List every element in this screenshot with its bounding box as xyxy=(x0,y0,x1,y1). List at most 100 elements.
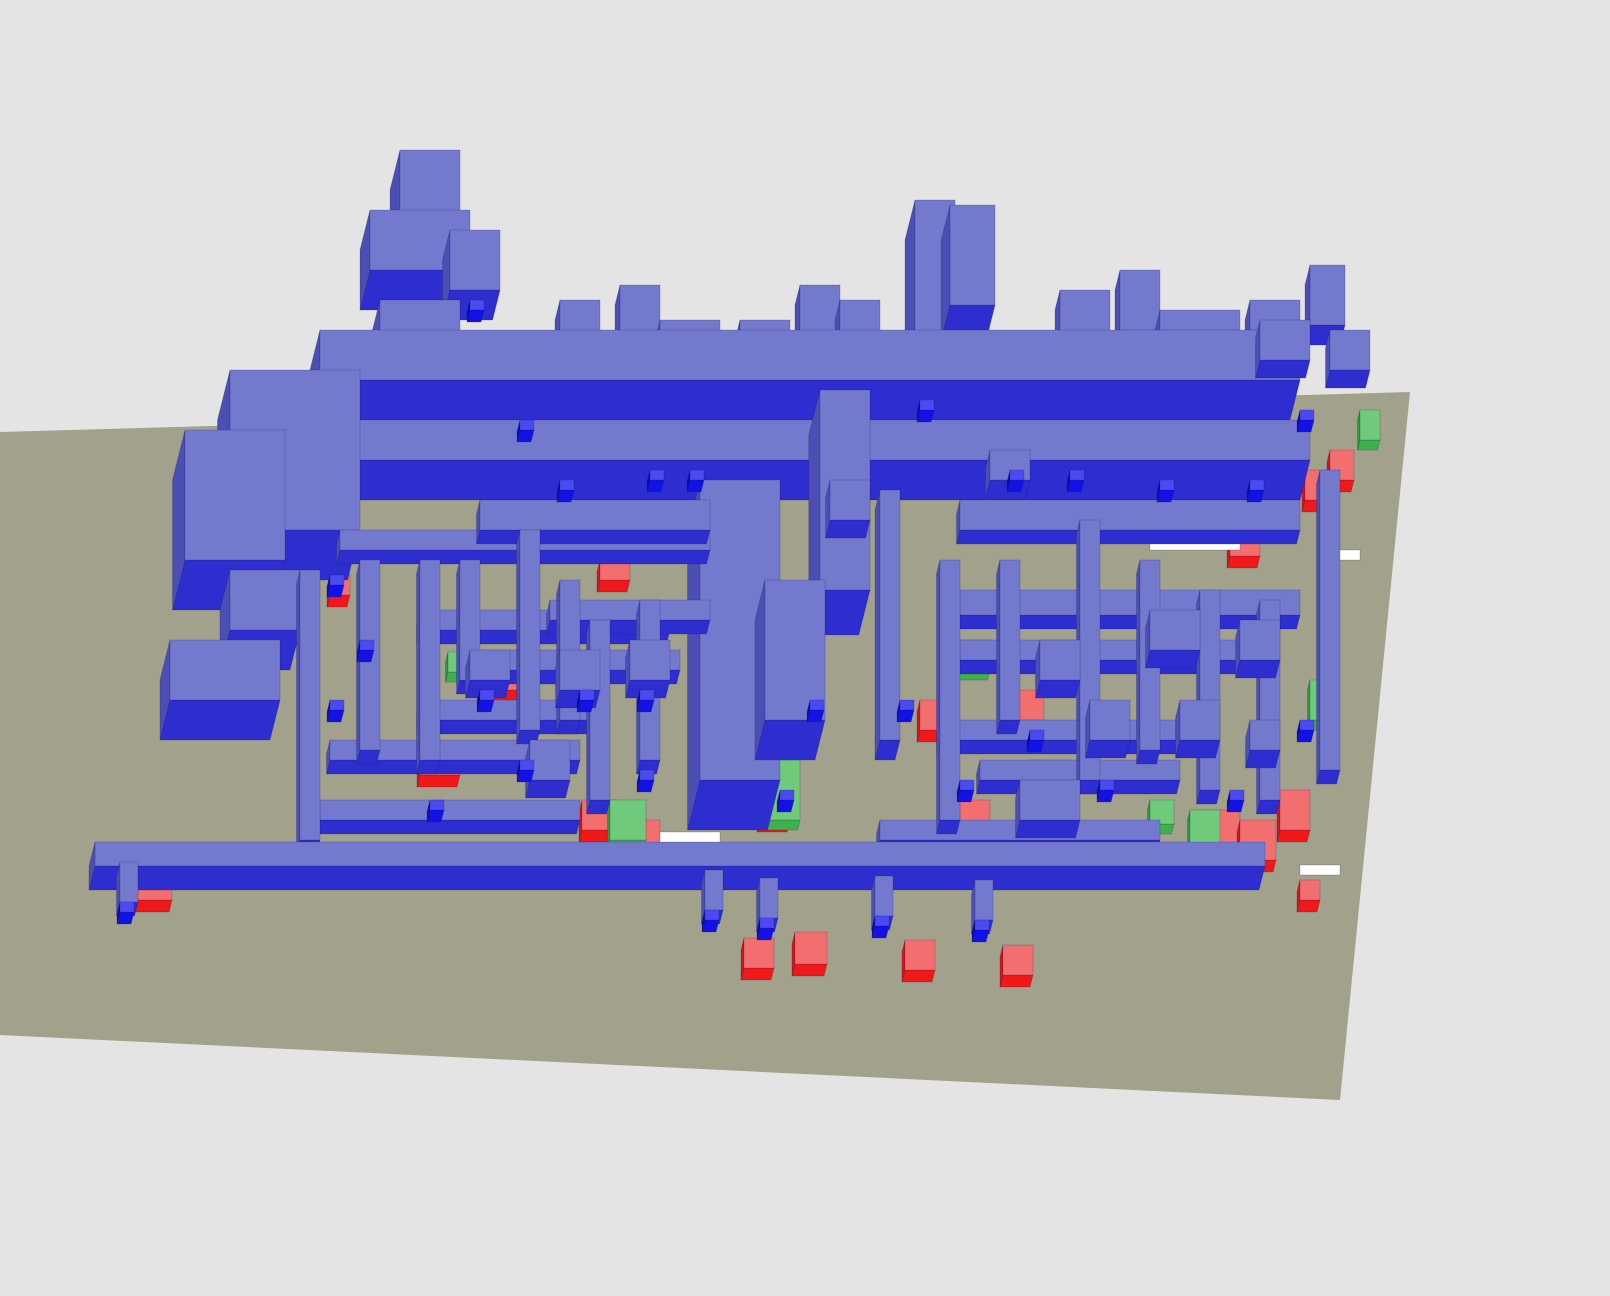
pad-4 xyxy=(1299,864,1341,876)
bit-2 xyxy=(624,639,671,699)
red-contact-15-front xyxy=(1276,829,1311,843)
riser-right-top xyxy=(764,579,826,721)
post-13-front xyxy=(355,749,381,765)
via-3 xyxy=(646,469,665,493)
front-via-3-top xyxy=(874,915,890,927)
via-13 xyxy=(326,699,345,723)
post-10 xyxy=(585,619,611,815)
via-8 xyxy=(1156,479,1175,503)
front-stub-2-top xyxy=(759,877,779,919)
via-15-top xyxy=(579,689,595,701)
via-27 xyxy=(426,799,445,823)
riser-thin-side xyxy=(874,489,881,761)
front-stub-0-top xyxy=(119,861,139,903)
via-11 xyxy=(326,574,345,598)
left-block-bottom xyxy=(159,639,281,741)
via-12-top xyxy=(359,639,375,651)
post-4-top xyxy=(999,559,1021,721)
via-9 xyxy=(1246,479,1265,503)
via-14-top xyxy=(479,689,495,701)
riser-thin-top xyxy=(879,489,901,741)
via-14 xyxy=(476,689,495,713)
3d-layout-viewport[interactable] xyxy=(0,0,1610,1296)
red-contact-1-top xyxy=(743,937,775,969)
rail-11-top xyxy=(479,499,711,531)
post-4-front xyxy=(995,719,1021,735)
bit-6-top xyxy=(1089,699,1131,741)
front-bus xyxy=(88,841,1266,891)
red-contact-2 xyxy=(791,931,828,977)
via-26-top xyxy=(519,759,535,771)
bit-9-top xyxy=(829,479,871,521)
post-9-front xyxy=(1315,769,1341,785)
post-3-top xyxy=(939,559,961,821)
hook-7-top xyxy=(1119,269,1161,331)
red-contact-15-top xyxy=(1279,789,1311,831)
post-0-side xyxy=(416,559,421,775)
via-15 xyxy=(576,689,595,713)
bit-7 xyxy=(1174,699,1221,759)
via-19 xyxy=(956,779,975,803)
hook-8-top xyxy=(1159,309,1241,331)
bit-1-top xyxy=(559,649,601,691)
via-11-top xyxy=(329,574,345,586)
post-12 xyxy=(295,569,321,855)
via-21 xyxy=(1096,779,1115,803)
tower-left-cap-top xyxy=(449,229,501,291)
post-9-side xyxy=(1316,469,1321,785)
bit-3-front xyxy=(1144,649,1201,669)
tower-center-b xyxy=(940,204,996,341)
bit-9 xyxy=(824,479,871,539)
bit-7-top xyxy=(1179,699,1221,741)
front-stub-3-top xyxy=(874,875,894,917)
post-10-front xyxy=(585,799,611,815)
post-3-front xyxy=(935,819,961,835)
rail-5-top xyxy=(959,499,1301,531)
via-2-top xyxy=(559,479,575,491)
via-9-top xyxy=(1249,479,1265,491)
via-7-top xyxy=(1069,469,1085,481)
3d-layout-scene[interactable] xyxy=(0,0,1610,1296)
bit-2-top xyxy=(629,639,671,681)
front-via-3 xyxy=(871,915,890,939)
via-20 xyxy=(1026,729,1045,753)
bit-13 xyxy=(1014,779,1081,839)
post-9-top xyxy=(1319,469,1341,771)
via-10 xyxy=(1296,409,1315,433)
via-1-top xyxy=(519,419,535,431)
left-block-bottom-top xyxy=(169,639,281,701)
via-17 xyxy=(806,699,825,723)
front-bus-top xyxy=(94,841,1266,867)
post-3-side xyxy=(936,559,941,835)
post-12-side xyxy=(296,569,301,855)
red-contact-24-front xyxy=(1296,899,1321,913)
rail-13-front xyxy=(415,719,611,735)
bit-11 xyxy=(1254,319,1311,379)
post-9 xyxy=(1315,469,1341,785)
bit-12 xyxy=(1324,329,1371,389)
post-4 xyxy=(995,559,1021,735)
post-1 xyxy=(515,529,541,745)
post-7-front xyxy=(1195,789,1221,805)
diffusion-5 xyxy=(1356,409,1381,451)
front-stub-4-top xyxy=(974,879,994,921)
via-22-top xyxy=(1229,789,1245,801)
bit-8-front xyxy=(1244,749,1281,769)
red-contact-4-top xyxy=(1002,944,1034,976)
via-3-top xyxy=(649,469,665,481)
post-0 xyxy=(415,559,441,775)
red-contact-6-front xyxy=(416,774,461,788)
red-contact-15 xyxy=(1276,789,1311,843)
red-contact-2-front xyxy=(791,963,828,977)
post-0-top xyxy=(419,559,441,761)
hook-10-top xyxy=(1309,264,1346,326)
via-18 xyxy=(896,699,915,723)
rail-5-front xyxy=(955,529,1301,545)
via-27-top xyxy=(429,799,445,811)
tower-center-b-top xyxy=(949,204,996,306)
via-5 xyxy=(916,399,935,423)
rail-11 xyxy=(475,499,711,545)
red-contact-3-top xyxy=(904,939,936,971)
post-14-side xyxy=(456,559,461,695)
left-block-bottom-front xyxy=(159,699,281,741)
